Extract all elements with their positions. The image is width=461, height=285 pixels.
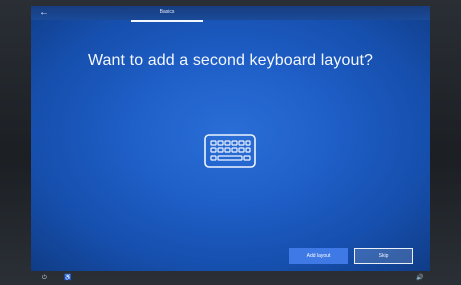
- setup-screen: ← Basics Want to add a second keyboard l…: [31, 6, 430, 271]
- volume-icon[interactable]: 🔊: [416, 275, 423, 281]
- tab-basics-underline: [131, 20, 203, 22]
- top-strip: [31, 6, 430, 20]
- add-layout-button[interactable]: Add layout: [289, 248, 348, 264]
- back-arrow-button[interactable]: ←: [37, 8, 51, 18]
- tab-basics-label: Basics: [159, 9, 175, 15]
- back-arrow-icon: ←: [39, 7, 49, 18]
- skip-button[interactable]: Skip: [354, 248, 413, 264]
- keyboard-icon: [204, 134, 256, 168]
- power-icon[interactable]: ⏻: [42, 275, 47, 281]
- accessibility-icon[interactable]: ♿: [64, 275, 71, 281]
- page-title: Want to add a second keyboard layout?: [87, 52, 374, 69]
- tab-basics[interactable]: Basics: [131, 8, 203, 22]
